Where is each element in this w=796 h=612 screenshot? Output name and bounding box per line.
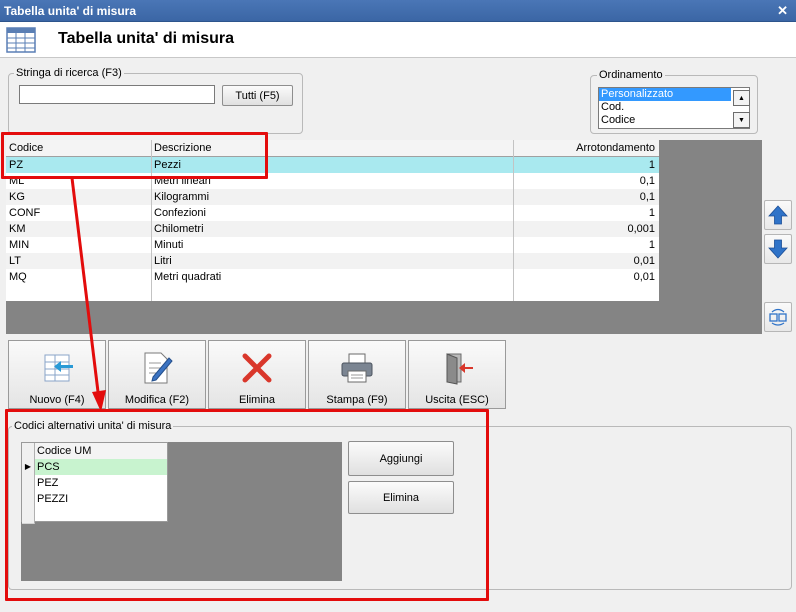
cell-code: CONF xyxy=(9,207,41,219)
new-button[interactable]: Nuovo (F4) xyxy=(8,340,106,409)
cell-code: MIN xyxy=(9,239,30,251)
cell-description: Kilogrammi xyxy=(154,191,210,203)
search-legend: Stringa di ricerca (F3) xyxy=(14,67,124,79)
delete-x-icon xyxy=(242,353,272,383)
cell-description: Litri xyxy=(154,255,172,267)
annotation-box-row xyxy=(1,132,268,179)
column-divider xyxy=(513,140,514,301)
move-down-button[interactable] xyxy=(764,234,792,264)
cell-rounding: 0,1 xyxy=(639,175,655,187)
table-row[interactable]: LT Litri 0,01 xyxy=(6,253,659,269)
cell-rounding: 0,01 xyxy=(633,271,655,283)
swap-button[interactable] xyxy=(764,302,792,332)
search-input[interactable] xyxy=(19,85,215,104)
table-row[interactable]: MQ Metri quadrati 0,01 xyxy=(6,269,659,285)
printer-icon xyxy=(341,353,373,383)
sort-option[interactable]: Codice xyxy=(599,114,731,127)
all-button[interactable]: Tutti (F5) xyxy=(222,85,293,106)
table-row[interactable]: KG Kilogrammi 0,1 xyxy=(6,189,659,205)
new-button-label: Nuovo (F4) xyxy=(29,394,85,406)
window-title: Tabella unita' di misura xyxy=(4,4,136,18)
sort-option[interactable]: Cod. xyxy=(599,101,731,114)
swap-icon xyxy=(769,308,787,326)
exit-door-icon xyxy=(446,353,473,385)
sort-option[interactable]: Personalizzato xyxy=(599,88,731,101)
cell-rounding: 0,01 xyxy=(633,255,655,267)
cell-rounding: 0,001 xyxy=(627,223,655,235)
cell-rounding: 1 xyxy=(648,207,655,219)
cell-description: Confezioni xyxy=(154,207,206,219)
all-button-label: Tutti (F5) xyxy=(235,89,280,102)
edit-document-icon xyxy=(144,352,173,384)
edit-button-label: Modifica (F2) xyxy=(124,394,190,406)
exit-button-label: Uscita (ESC) xyxy=(425,394,489,406)
cell-code: LT xyxy=(9,255,22,267)
sort-listbox[interactable]: Personalizzato Cod. Codice ▲ ▼ xyxy=(598,87,750,129)
cell-description: Metri quadrati xyxy=(154,271,222,283)
arrow-up-icon xyxy=(768,205,788,225)
title-bar: Tabella unita' di misura ✕ xyxy=(0,0,796,22)
print-button-label: Stampa (F9) xyxy=(326,394,388,406)
page-title: Tabella unita' di misura xyxy=(58,30,234,47)
cell-rounding: 1 xyxy=(648,239,655,251)
cell-code: KM xyxy=(9,223,26,235)
cell-code: MQ xyxy=(9,271,27,283)
sort-legend: Ordinamento xyxy=(597,69,665,81)
page-header: Tabella unita' di misura xyxy=(0,22,796,58)
close-icon[interactable]: ✕ xyxy=(777,3,788,19)
annotation-box-alt-codes xyxy=(5,409,489,601)
edit-button[interactable]: Modifica (F2) xyxy=(108,340,206,409)
print-button[interactable]: Stampa (F9) xyxy=(308,340,406,409)
scroll-down-icon[interactable]: ▼ xyxy=(733,112,750,128)
table-icon xyxy=(6,27,36,53)
table-row[interactable]: CONF Confezioni 1 xyxy=(6,205,659,221)
move-up-button[interactable] xyxy=(764,200,792,230)
cell-description: Minuti xyxy=(154,239,184,251)
cell-code: KG xyxy=(9,191,25,203)
cell-rounding: 0,1 xyxy=(639,191,655,203)
table-row[interactable]: KM Chilometri 0,001 xyxy=(6,221,659,237)
table-row[interactable]: MIN Minuti 1 xyxy=(6,237,659,253)
delete-button-label: Elimina xyxy=(238,394,276,406)
cell-rounding: 1 xyxy=(648,159,655,171)
cell-description: Chilometri xyxy=(154,223,204,235)
delete-button[interactable]: Elimina xyxy=(208,340,306,409)
exit-button[interactable]: Uscita (ESC) xyxy=(408,340,506,409)
scroll-up-icon[interactable]: ▲ xyxy=(733,90,750,106)
arrow-down-icon xyxy=(768,239,788,259)
add-row-icon xyxy=(44,354,73,382)
column-header-rounding[interactable]: Arrotondamento xyxy=(576,140,655,156)
